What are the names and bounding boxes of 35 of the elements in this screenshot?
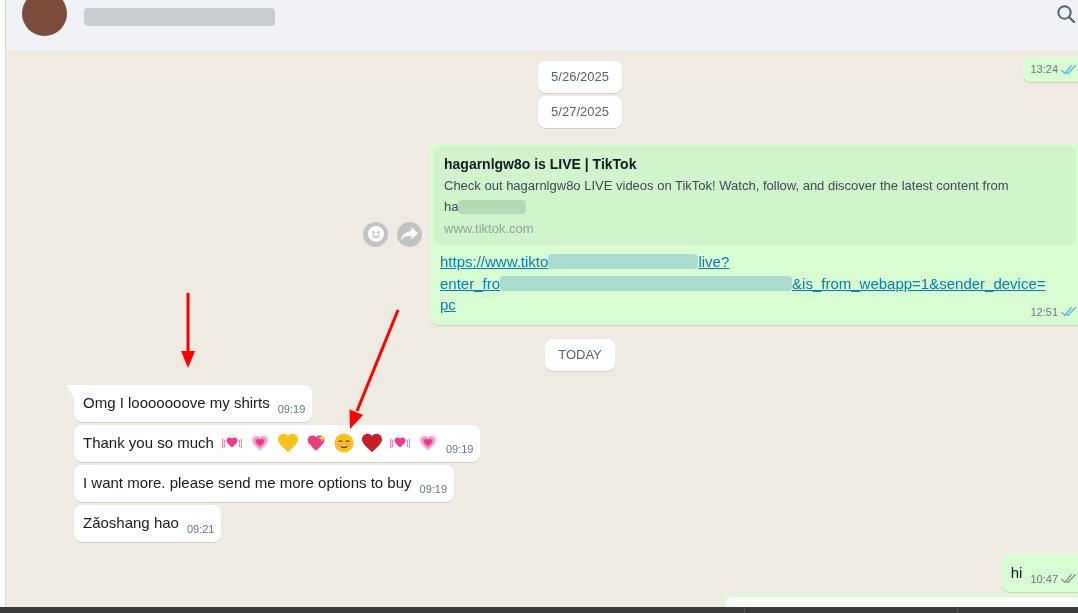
timestamp: 13:24	[1030, 62, 1058, 77]
sparkle-heart-icon	[305, 432, 326, 453]
avatar[interactable]	[22, 0, 67, 36]
preview-domain: www.tiktok.com	[444, 220, 535, 238]
message-text: Thank you so much	[83, 432, 214, 453]
preview-title: hagarnlgw8o is LIVE | TikTok	[444, 155, 638, 174]
preview-description: ha	[444, 198, 459, 216]
timestamp: 09:21	[186, 521, 215, 537]
search-icon	[1057, 5, 1075, 23]
timestamp: 09:19	[445, 441, 474, 457]
timestamp: 10:47	[1030, 571, 1058, 587]
message-text: Zǎoshang hao	[83, 512, 179, 533]
message-text: I want more. please send me more options to buy	[83, 472, 412, 493]
heart-icon	[361, 432, 382, 453]
timestamp: 12:51	[1030, 304, 1058, 320]
date-label: 5/26/2025	[538, 61, 622, 93]
date-label: TODAY	[545, 338, 615, 371]
search-button[interactable]	[1057, 5, 1075, 23]
timestamp: 09:19	[419, 481, 448, 497]
link[interactable]: &is_from_webapp=1&sender_device=	[792, 272, 1046, 294]
message-text: hi	[1010, 562, 1023, 583]
link[interactable]: https://www.tikto	[440, 251, 549, 273]
date-label: 5/27/2025	[538, 96, 622, 128]
redacted-block	[458, 199, 527, 214]
message-text: Omg I looooooove my shirts	[83, 392, 270, 413]
smiling-face-icon	[333, 432, 354, 453]
link-preview-card[interactable]: hagarnlgw8o is LIVE | TikTok Check out hagarnlgw8o LIVE videos on TikTok! Watch, follow, and discover the latest content from ha www.tiktok.com	[434, 146, 1076, 245]
timestamp: 09:19	[277, 401, 306, 417]
preview-description: Check out hagarnlgw8o LIVE videos on TikTok! Watch, follow, and discover the latest content from	[444, 177, 1009, 195]
smiley-icon	[367, 226, 384, 243]
link[interactable]: enter_fro	[440, 272, 501, 294]
forward-arrow-icon	[401, 227, 418, 242]
link[interactable]: live?	[698, 251, 730, 273]
link[interactable]: pc	[440, 294, 456, 316]
heart-icon	[277, 432, 298, 453]
